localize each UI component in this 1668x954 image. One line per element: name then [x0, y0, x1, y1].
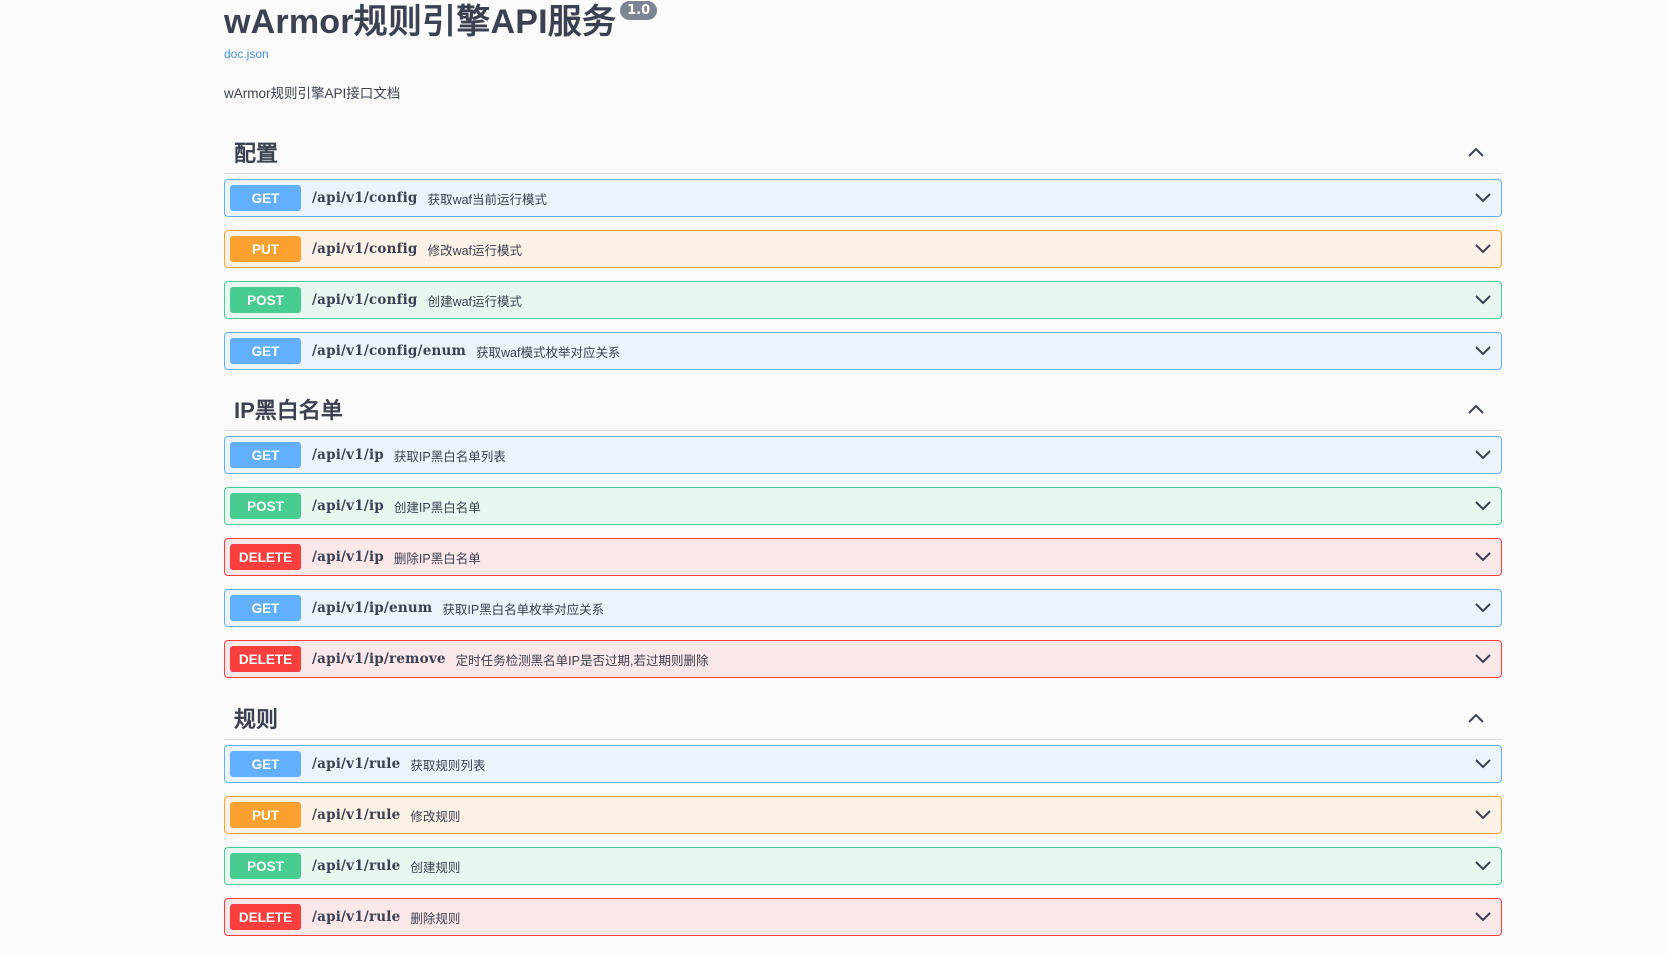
chevron-up-icon[interactable] — [1466, 142, 1486, 162]
tag-section-ip: IP黑白名单 GET /api/v1/ip 获取IP黑白名单列表 POST /a… — [224, 387, 1502, 691]
method-badge: POST — [230, 287, 301, 313]
operation-path: /api/v1/ip/enum — [312, 600, 433, 616]
operation-delete-ip-remove[interactable]: DELETE /api/v1/ip/remove 定时任务检测黑名单IP是否过期… — [224, 640, 1502, 678]
tag-name: 规则 — [234, 706, 279, 732]
operation-delete-rule[interactable]: DELETE /api/v1/rule 删除规则 — [224, 898, 1502, 936]
operation-path: /api/v1/rule — [312, 756, 401, 772]
operation-summary: 定时任务检测黑名单IP是否过期,若过期则删除 — [455, 653, 709, 668]
operation-summary: 获取IP黑白名单列表 — [393, 449, 506, 464]
operation-path: /api/v1/ip/remove — [312, 651, 446, 667]
version-badge: 1.0 — [620, 1, 658, 20]
operations-list: GET /api/v1/rule 获取规则列表 PUT /api/v1/rule… — [224, 740, 1502, 936]
operation-path: /api/v1/rule — [312, 807, 401, 823]
operation-path: /api/v1/rule — [312, 909, 401, 925]
api-description: wArmor规则引擎API接口文档 — [224, 86, 401, 101]
chevron-down-icon[interactable] — [1473, 649, 1493, 669]
method-badge: PUT — [230, 236, 301, 262]
doc-json-link[interactable]: doc.json — [224, 47, 1502, 63]
tag-section-rule: 规则 GET /api/v1/rule 获取规则列表 PUT /api/v1/r… — [224, 696, 1502, 949]
tag-name: IP黑白名单 — [234, 397, 343, 423]
chevron-down-icon[interactable] — [1473, 239, 1493, 259]
operation-get-config-enum[interactable]: GET /api/v1/config/enum 获取waf模式枚举对应关系 — [224, 332, 1502, 370]
operation-get-ip-enum[interactable]: GET /api/v1/ip/enum 获取IP黑白名单枚举对应关系 — [224, 589, 1502, 627]
tag-section-config: 配置 GET /api/v1/config 获取waf当前运行模式 PUT /a… — [224, 130, 1502, 383]
operation-post-ip[interactable]: POST /api/v1/ip 创建IP黑白名单 — [224, 487, 1502, 525]
operation-summary: 删除规则 — [410, 911, 461, 926]
operation-delete-ip[interactable]: DELETE /api/v1/ip 删除IP黑白名单 — [224, 538, 1502, 576]
chevron-up-icon[interactable] — [1466, 708, 1486, 728]
operation-post-config[interactable]: POST /api/v1/config 创建waf运行模式 — [224, 281, 1502, 319]
operation-summary: 获取规则列表 — [410, 758, 486, 773]
operation-path: /api/v1/config/enum — [312, 343, 466, 359]
operation-path: /api/v1/ip — [312, 549, 384, 565]
operation-path: /api/v1/ip — [312, 447, 384, 463]
method-badge: GET — [230, 338, 301, 364]
operation-summary: 获取waf模式枚举对应关系 — [476, 345, 621, 360]
chevron-down-icon[interactable] — [1473, 290, 1493, 310]
method-badge: DELETE — [230, 544, 301, 570]
method-badge: POST — [230, 493, 301, 519]
operation-get-config[interactable]: GET /api/v1/config 获取waf当前运行模式 — [224, 179, 1502, 217]
operation-post-rule[interactable]: POST /api/v1/rule 创建规则 — [224, 847, 1502, 885]
operation-summary: 修改waf运行模式 — [427, 243, 523, 258]
operation-summary: 创建规则 — [410, 860, 461, 875]
operation-put-rule[interactable]: PUT /api/v1/rule 修改规则 — [224, 796, 1502, 834]
operation-summary: 创建IP黑白名单 — [393, 500, 481, 515]
operation-summary: 删除IP黑白名单 — [393, 551, 481, 566]
operation-path: /api/v1/config — [312, 241, 418, 257]
chevron-down-icon[interactable] — [1473, 856, 1493, 876]
operation-path: /api/v1/config — [312, 292, 418, 308]
method-badge: GET — [230, 185, 301, 211]
operation-path: /api/v1/config — [312, 190, 418, 206]
tag-name: 配置 — [234, 140, 279, 166]
operation-summary: 获取IP黑白名单枚举对应关系 — [442, 602, 605, 617]
chevron-up-icon[interactable] — [1466, 399, 1486, 419]
method-badge: GET — [230, 751, 301, 777]
operations-list: GET /api/v1/config 获取waf当前运行模式 PUT /api/… — [224, 174, 1502, 370]
method-badge: GET — [230, 442, 301, 468]
chevron-down-icon[interactable] — [1473, 805, 1493, 825]
method-badge: DELETE — [230, 904, 301, 930]
chevron-down-icon[interactable] — [1473, 598, 1493, 618]
operation-get-ip[interactable]: GET /api/v1/ip 获取IP黑白名单列表 — [224, 436, 1502, 474]
operation-summary: 获取waf当前运行模式 — [427, 192, 548, 207]
tag-header-rule[interactable]: 规则 — [224, 696, 1502, 740]
operation-summary: 创建waf运行模式 — [427, 294, 523, 309]
chevron-down-icon[interactable] — [1473, 496, 1493, 516]
chevron-down-icon[interactable] — [1473, 907, 1493, 927]
chevron-down-icon[interactable] — [1473, 445, 1493, 465]
operation-path: /api/v1/ip — [312, 498, 384, 514]
method-badge: GET — [230, 595, 301, 621]
method-badge: PUT — [230, 802, 301, 828]
method-badge: DELETE — [230, 646, 301, 672]
title-row: wArmor规则引擎API服务 1.0 — [224, 0, 1502, 46]
tag-header-ip[interactable]: IP黑白名单 — [224, 387, 1502, 431]
chevron-down-icon[interactable] — [1473, 754, 1493, 774]
tag-header-config[interactable]: 配置 — [224, 130, 1502, 174]
chevron-down-icon[interactable] — [1473, 188, 1493, 208]
chevron-down-icon[interactable] — [1473, 547, 1493, 567]
operations-list: GET /api/v1/ip 获取IP黑白名单列表 POST /api/v1/i… — [224, 431, 1502, 678]
chevron-down-icon[interactable] — [1473, 341, 1493, 361]
operation-get-rule[interactable]: GET /api/v1/rule 获取规则列表 — [224, 745, 1502, 783]
method-badge: POST — [230, 853, 301, 879]
api-title: wArmor规则引擎API服务 — [224, 3, 617, 41]
api-info: wArmor规则引擎API服务 1.0 doc.json wArmor规则引擎A… — [224, 0, 1502, 102]
operation-summary: 修改规则 — [410, 809, 461, 824]
operation-put-config[interactable]: PUT /api/v1/config 修改waf运行模式 — [224, 230, 1502, 268]
operation-path: /api/v1/rule — [312, 858, 401, 874]
